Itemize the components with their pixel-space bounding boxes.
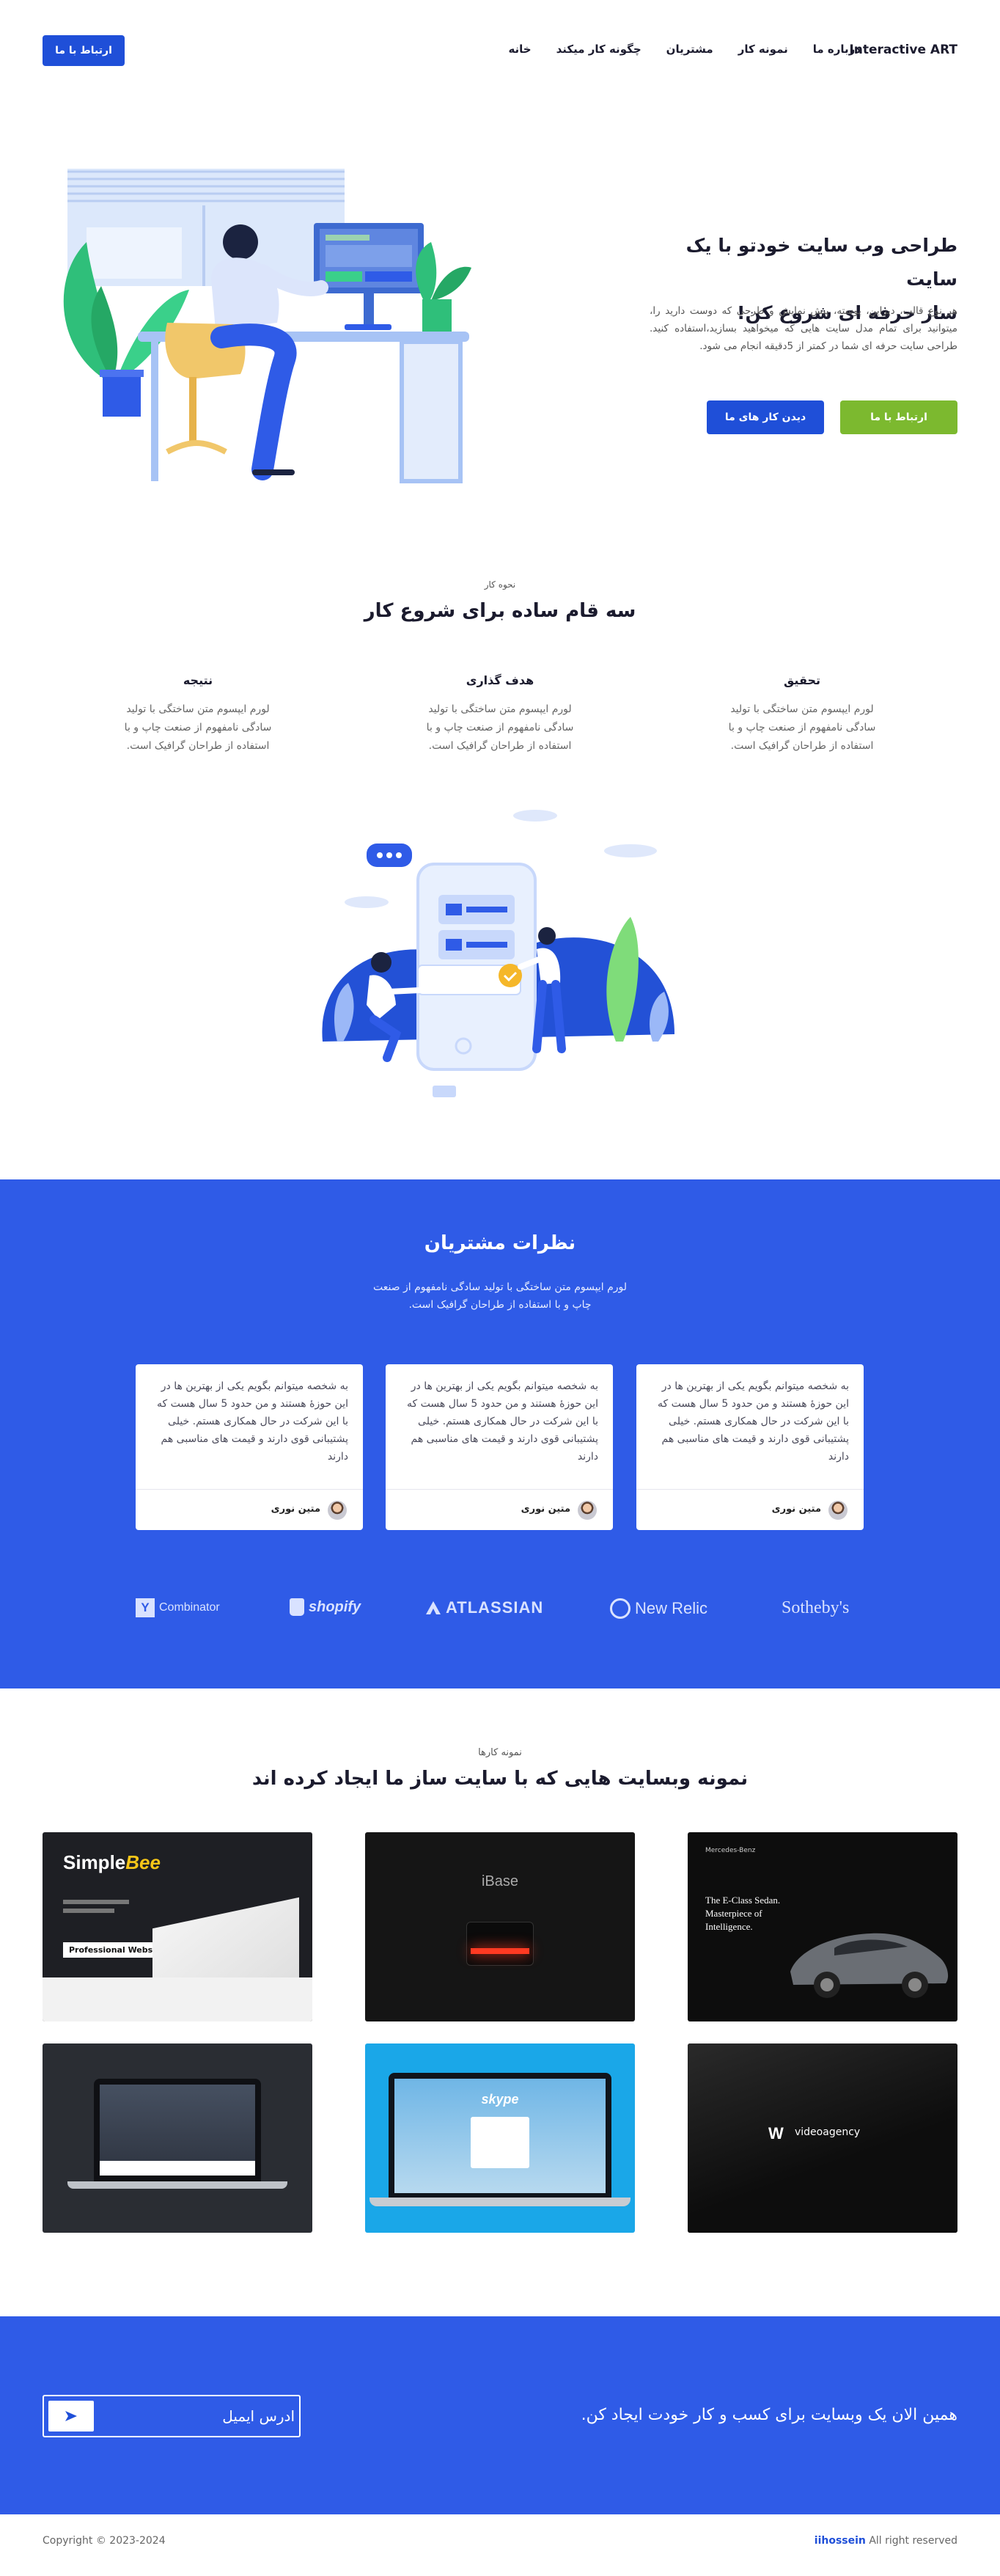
testimonial-card: به شخصه میتوانم بگویم یکی از بهترین ها د…	[636, 1364, 864, 1530]
avatar	[328, 1501, 347, 1520]
footer-author-link[interactable]: iihossein	[815, 2535, 866, 2547]
portfolio-eyebrow: نمونه کارها	[478, 1747, 522, 1758]
video-background	[688, 2043, 957, 2233]
testimonial-text: به شخصه میتوانم بگویم یکی از بهترین ها د…	[157, 1380, 348, 1463]
testimonial-author: متین نوری	[771, 1504, 821, 1515]
portfolio-title: نمونه وبسایت هایی که با سایت ساز ما ایجا…	[251, 1768, 749, 1790]
ycombinator-mark: Y	[136, 1598, 155, 1617]
team-illustration	[322, 810, 674, 1097]
brand-logo[interactable]: Interactive ART	[849, 43, 957, 57]
simplebee-accent: Bee	[125, 1851, 161, 1873]
ibase-logo: iBase	[481, 1873, 519, 1889]
testimonial-author: متین نوری	[521, 1504, 570, 1515]
video-logo-mark: W	[768, 2124, 784, 2143]
skype-logo: skype	[481, 2092, 519, 2107]
laptop-base	[67, 2181, 287, 2189]
portfolio-item-skype[interactable]: skype	[365, 2043, 635, 2233]
nav-how-it-works[interactable]: چگونه کار میکند	[556, 43, 641, 56]
nav-about[interactable]: درباره ما	[813, 43, 861, 56]
text-line	[63, 1909, 114, 1913]
testimonials-subtitle: لورم ایپسوم متن ساختگی با تولید سادگی نا…	[0, 1278, 1000, 1314]
portfolio-item-ibase[interactable]: iBase	[365, 1832, 635, 2021]
device-image	[466, 1922, 534, 1966]
videoagency-text: videoagency	[795, 2126, 861, 2138]
step-result: نتیجه لورم ایپسوم متن ساختگی با تولید سا…	[110, 673, 286, 755]
portfolio-item-videoagency[interactable]: W videoagency	[688, 2043, 957, 2233]
logo-atlassian: ATLASSIAN	[425, 1598, 543, 1617]
device-light	[471, 1948, 529, 1954]
site-header: Interactive ART خانه چگونه کار میکند مشت…	[0, 0, 1000, 103]
steps-title: سه قام ساده برای شروع کار	[364, 600, 636, 622]
step-text: لورم ایپسوم متن ساختگی با تولید سادگی نا…	[426, 703, 574, 752]
atlassian-text: ATLASSIAN	[446, 1598, 544, 1617]
card-divider	[386, 1489, 613, 1490]
step-goal-setting: هدف گذاری لورم ایپسوم متن ساختگی با تولی…	[412, 673, 588, 755]
portfolio-item-laptop[interactable]	[43, 2043, 312, 2233]
simplebee-logo: SimpleBee	[63, 1851, 161, 1874]
card-divider	[636, 1489, 864, 1490]
testimonial-text: به شخصه میتوانم بگویم یکی از بهترین ها د…	[658, 1380, 849, 1463]
step-title: نتیجه	[183, 673, 213, 687]
skype-login-box	[471, 2117, 529, 2168]
send-arrow-icon	[65, 2411, 77, 2421]
card-divider	[136, 1489, 363, 1490]
step-title: تحقیق	[783, 673, 820, 687]
newrelic-text: New Relic	[635, 1599, 708, 1617]
text-line	[63, 1900, 129, 1904]
atlassian-icon	[426, 1601, 441, 1614]
mockup-floor	[43, 1977, 312, 2021]
steps-eyebrow: نحوه کار	[484, 579, 516, 590]
hero-description: هر نوع قالب، دیزاین، پوسته، پیش نمایش و …	[650, 305, 957, 352]
simplebee-name: Simple	[63, 1851, 126, 1873]
laptop-base	[370, 2198, 630, 2206]
testimonial-card: به شخصه میتوانم بگویم یکی از بهترین ها د…	[386, 1364, 613, 1530]
hero-contact-button[interactable]: ارتباط با ما	[840, 400, 957, 434]
testimonials-subtitle-line1: لورم ایپسوم متن ساختگی با تولید سادگی نا…	[372, 1281, 628, 1293]
email-input[interactable]	[97, 2396, 295, 2436]
footer-rights: iihossein All right reserved	[815, 2535, 957, 2547]
nav-home[interactable]: خانه	[508, 43, 531, 56]
footer-rights-text: All right reserved	[869, 2535, 957, 2547]
step-research: تحقیق لورم ایپسوم متن ساختگی با تولید سا…	[714, 673, 890, 755]
nav-portfolio[interactable]: نمونه کار	[738, 43, 788, 56]
send-button[interactable]	[48, 2401, 94, 2432]
cta-text: همین الان یک وبسایت برای کسب و کار خودت …	[581, 2406, 957, 2424]
mercedes-brand: Mercedes-Benz	[705, 1847, 756, 1854]
hero-portfolio-button[interactable]: دیدن کار های ما	[707, 400, 824, 434]
testimonial-card: به شخصه میتوانم بگویم یکی از بهترین ها د…	[136, 1364, 363, 1530]
shopify-bag-icon	[290, 1598, 304, 1616]
developer-illustration	[63, 169, 471, 483]
step-text: لورم ایپسوم متن ساختگی با تولید سادگی نا…	[728, 703, 876, 752]
logo-shopify: shopify	[290, 1598, 361, 1616]
testimonials-title: نظرات مشتریان	[424, 1232, 576, 1254]
logo-newrelic: New Relic	[610, 1598, 707, 1619]
step-title: هدف گذاری	[466, 673, 534, 687]
newsletter-form	[43, 2395, 301, 2437]
step-text: لورم ایپسوم متن ساختگی با تولید سادگی نا…	[124, 703, 272, 752]
logo-sothebys: Sotheby's	[782, 1598, 850, 1617]
avatar	[578, 1501, 597, 1520]
header-contact-button[interactable]: ارتباط با ما	[43, 35, 125, 66]
logo-ycombinator: Y Combinator	[136, 1598, 220, 1617]
laptop-display-footer	[100, 2161, 255, 2176]
portfolio-item-mercedes[interactable]: Mercedes-Benz The E-Class Sedan. Masterp…	[688, 1832, 957, 2021]
testimonials-section: نظرات مشتریان لورم ایپسوم متن ساختگی با …	[0, 1179, 1000, 1688]
main-nav: خانه چگونه کار میکند مشتریان نمونه کار د…	[508, 43, 861, 56]
portfolio-item-simplebee[interactable]: SimpleBee Professional Website	[43, 1832, 312, 2021]
car-image	[790, 1933, 949, 1998]
footer-copyright: Copyright © 2023-2024	[43, 2535, 166, 2547]
newrelic-icon	[610, 1598, 630, 1619]
hero-title-line1: طراحی وب سایت خودتو با یک سایت	[685, 235, 957, 290]
testimonial-author: متین نوری	[271, 1504, 320, 1515]
testimonial-text: به شخصه میتوانم بگویم یکی از بهترین ها د…	[407, 1380, 598, 1463]
testimonials-subtitle-line2: چاپ و با استفاده از طراحان گرافیک است.	[408, 1299, 592, 1311]
nav-customers[interactable]: مشتریان	[666, 43, 713, 56]
shopify-text: shopify	[309, 1598, 361, 1615]
avatar	[828, 1501, 848, 1520]
ycombinator-text: Combinator	[159, 1601, 220, 1614]
cta-section: همین الان یک وبسایت برای کسب و کار خودت …	[0, 2316, 1000, 2514]
